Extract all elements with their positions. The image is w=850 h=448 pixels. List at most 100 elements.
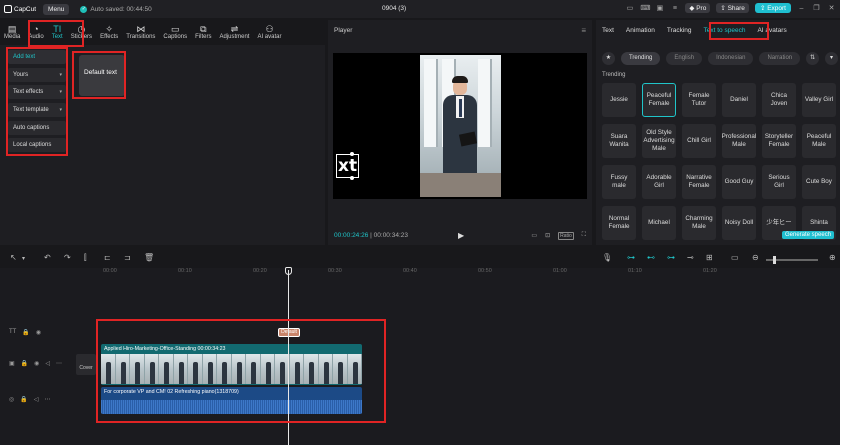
more-icon[interactable]: ⋯ [56,360,62,367]
tool-ai-avatar[interactable]: ⚇ AI avatar [253,19,285,44]
filter-english[interactable]: English [666,52,703,65]
select-icon[interactable]: ↖ [10,253,17,262]
sidebar-item-add-text[interactable]: Add text [8,50,66,64]
monitor-icon[interactable]: ▣ [655,4,664,13]
tool-captions[interactable]: ▭ Captions [159,19,191,44]
split-right-icon[interactable]: ⊐ [124,253,131,262]
tab-tracking[interactable]: Tracking [661,26,698,40]
voice-item[interactable]: Professional Male [722,124,756,158]
undo-icon[interactable]: ↶ [44,253,51,262]
time-ruler[interactable]: 00:00 00:10 00:20 00:30 00:40 00:50 01:0… [100,268,840,277]
tool-stickers[interactable]: ◷ Stickers [67,19,96,44]
filter-indonesian[interactable]: Indonesian [708,52,754,65]
resize-handle[interactable] [350,152,354,156]
voice-item[interactable]: Old Style Advertising Male [642,124,676,158]
layout-icon[interactable]: ▭ [625,4,634,13]
audio-clip[interactable]: For corporate VP and CM! 02 Refreshing p… [101,387,362,414]
tool-transitions[interactable]: ⋈ Transitions [122,19,159,44]
chevron-down-icon[interactable]: ▾ [22,255,25,262]
link-track-icon[interactable]: ⊷ [647,253,655,262]
tool-audio[interactable]: ◔ Audio [24,19,47,44]
microphone-icon[interactable]: 🎙 [602,253,612,262]
eye-icon[interactable]: ◉ [36,329,41,336]
favorite-icon[interactable]: ★ [602,52,615,65]
tool-text[interactable]: TI Text [48,19,67,44]
tool-media[interactable]: ▤ Media [0,19,24,44]
voice-item[interactable]: Peaceful Male [802,124,836,158]
voice-item[interactable]: Good Guy [722,165,756,199]
more-icon[interactable]: ⋯ [44,396,50,403]
voice-item[interactable]: Narrative Female [682,165,716,199]
volume-icon[interactable]: ◁ [45,360,50,367]
cover-button[interactable]: Cover [76,354,96,375]
keyboard-icon[interactable]: ⌨ [640,4,650,13]
redo-icon[interactable]: ↷ [64,253,71,262]
ratio-button[interactable]: Ratio [558,232,574,240]
voice-item[interactable]: Valley Girl [802,83,836,117]
lock-icon[interactable]: 🔒 [22,329,29,336]
export-button[interactable]: ⇪ Export [754,3,791,13]
voice-item[interactable]: Suara Wanita [602,124,636,158]
project-title[interactable]: 0904 (3) [382,5,406,12]
preview-axis-icon[interactable]: ⊞ [706,253,713,262]
tool-adjustment[interactable]: ⇌ Adjustment [215,19,253,44]
sidebar-item-yours[interactable]: Yours ▾ [8,67,66,82]
voice-item[interactable]: Cute Boy [802,165,836,199]
share-button[interactable]: ⇪ Share [716,3,749,13]
pro-button[interactable]: ◆ Pro [685,3,711,13]
voice-item[interactable]: Chill Girl [682,124,716,158]
delete-icon[interactable]: 🗑 [144,253,154,262]
zoom-in-icon[interactable]: ⊕ [829,253,836,262]
linkage-icon[interactable]: ⊸ [687,253,694,262]
voice-item[interactable]: Female Tutor [682,83,716,117]
voice-item[interactable]: Michael [642,206,676,240]
help-icon[interactable]: ≡ [670,4,679,13]
eye-icon[interactable]: ◉ [34,360,39,367]
video-preview[interactable]: xt [333,53,587,199]
fit-icon[interactable]: ▭ [531,232,537,240]
crop-icon[interactable]: ⊡ [545,232,550,240]
voice-item[interactable]: Adorable Girl [642,165,676,199]
lock-icon[interactable]: 🔒 [20,396,27,403]
minimize-icon[interactable]: – [797,4,806,13]
menu-icon[interactable]: ≡ [581,26,586,35]
voice-item[interactable]: Noisy Doll [722,206,756,240]
split-left-icon[interactable]: ⊏ [104,253,111,262]
timeline[interactable]: 00:00 00:10 00:20 00:30 00:40 00:50 01:0… [0,268,840,445]
voice-item[interactable]: Chica Joven [762,83,796,117]
default-text-card[interactable]: Default text [79,55,125,96]
sidebar-item-text-effects[interactable]: Text effects ▾ [8,85,66,100]
link-main-icon[interactable]: ⊶ [627,253,635,262]
volume-icon[interactable]: ◁ [34,396,39,403]
voice-item[interactable]: Jessie [602,83,636,117]
generate-speech-button[interactable]: Generate speech [782,231,835,239]
sidebar-item-text-template[interactable]: Text template ▾ [8,103,66,118]
resize-handle[interactable] [350,176,354,180]
voice-item[interactable]: Peaceful Female [642,83,676,117]
play-icon[interactable]: ▶ [458,231,464,240]
fullscreen-icon[interactable]: ⛶ [582,232,586,240]
tab-animation[interactable]: Animation [620,26,661,40]
voice-item[interactable]: Daniel [722,83,756,117]
chevron-down-icon[interactable]: ▾ [825,52,839,65]
lock-icon[interactable]: 🔒 [21,360,28,367]
voice-item[interactable]: Charming Male [682,206,716,240]
text-clip[interactable]: Default [278,328,300,337]
voice-item[interactable]: Storyteller Female [762,124,796,158]
tab-ai-avatars[interactable]: AI avatars [751,26,792,40]
zoom-out-icon[interactable]: ⊖ [752,253,759,262]
zoom-slider-knob[interactable] [773,256,776,264]
snap-icon[interactable]: ⊶ [667,253,675,262]
menu-button[interactable]: Menu [43,3,70,15]
split-icon[interactable]: ⫿ [84,253,87,263]
voice-item[interactable]: Fussy male [602,165,636,199]
sidebar-item-auto-captions[interactable]: Auto captions [8,120,66,135]
video-clip[interactable]: Applied Hiro-Marketing-Office-Standing 0… [101,344,362,385]
filter-trending[interactable]: Trending [620,52,661,65]
maximize-icon[interactable]: ❐ [812,4,821,13]
playhead[interactable] [288,270,289,445]
caption-icon[interactable]: ▭ [731,253,739,262]
filter-options-icon[interactable]: ⇅ [806,52,820,65]
tool-filters[interactable]: ⧉ Filters [191,19,215,44]
sidebar-item-local-captions[interactable]: Local captions [8,138,66,153]
